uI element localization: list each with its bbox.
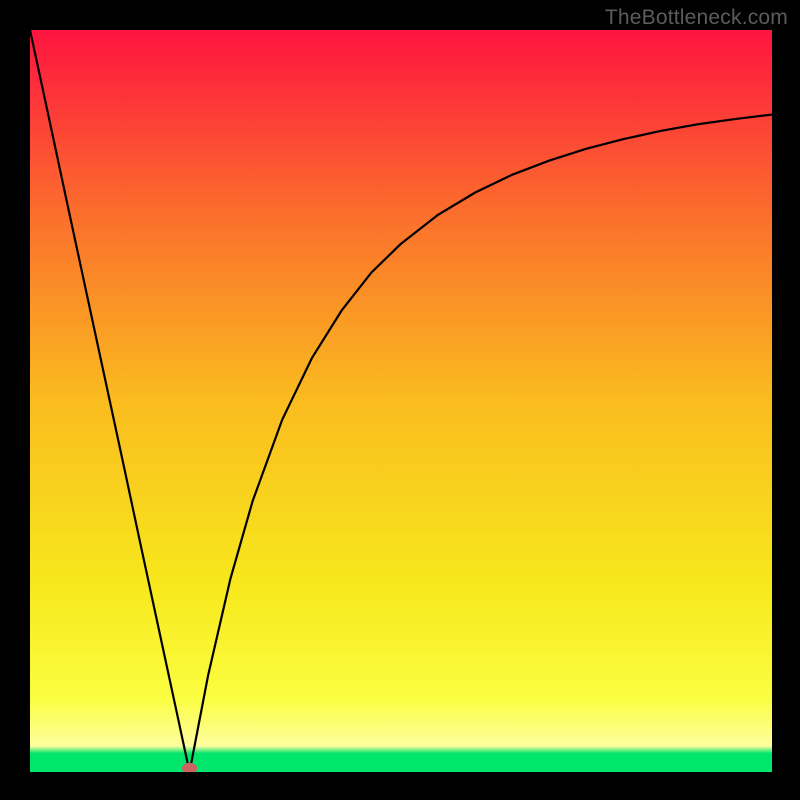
plot-area xyxy=(30,30,772,772)
chart-frame: TheBottleneck.com xyxy=(0,0,800,800)
watermark-text: TheBottleneck.com xyxy=(605,6,788,30)
minimum-marker xyxy=(183,763,197,772)
gradient-background xyxy=(30,30,772,772)
chart-svg xyxy=(30,30,772,772)
